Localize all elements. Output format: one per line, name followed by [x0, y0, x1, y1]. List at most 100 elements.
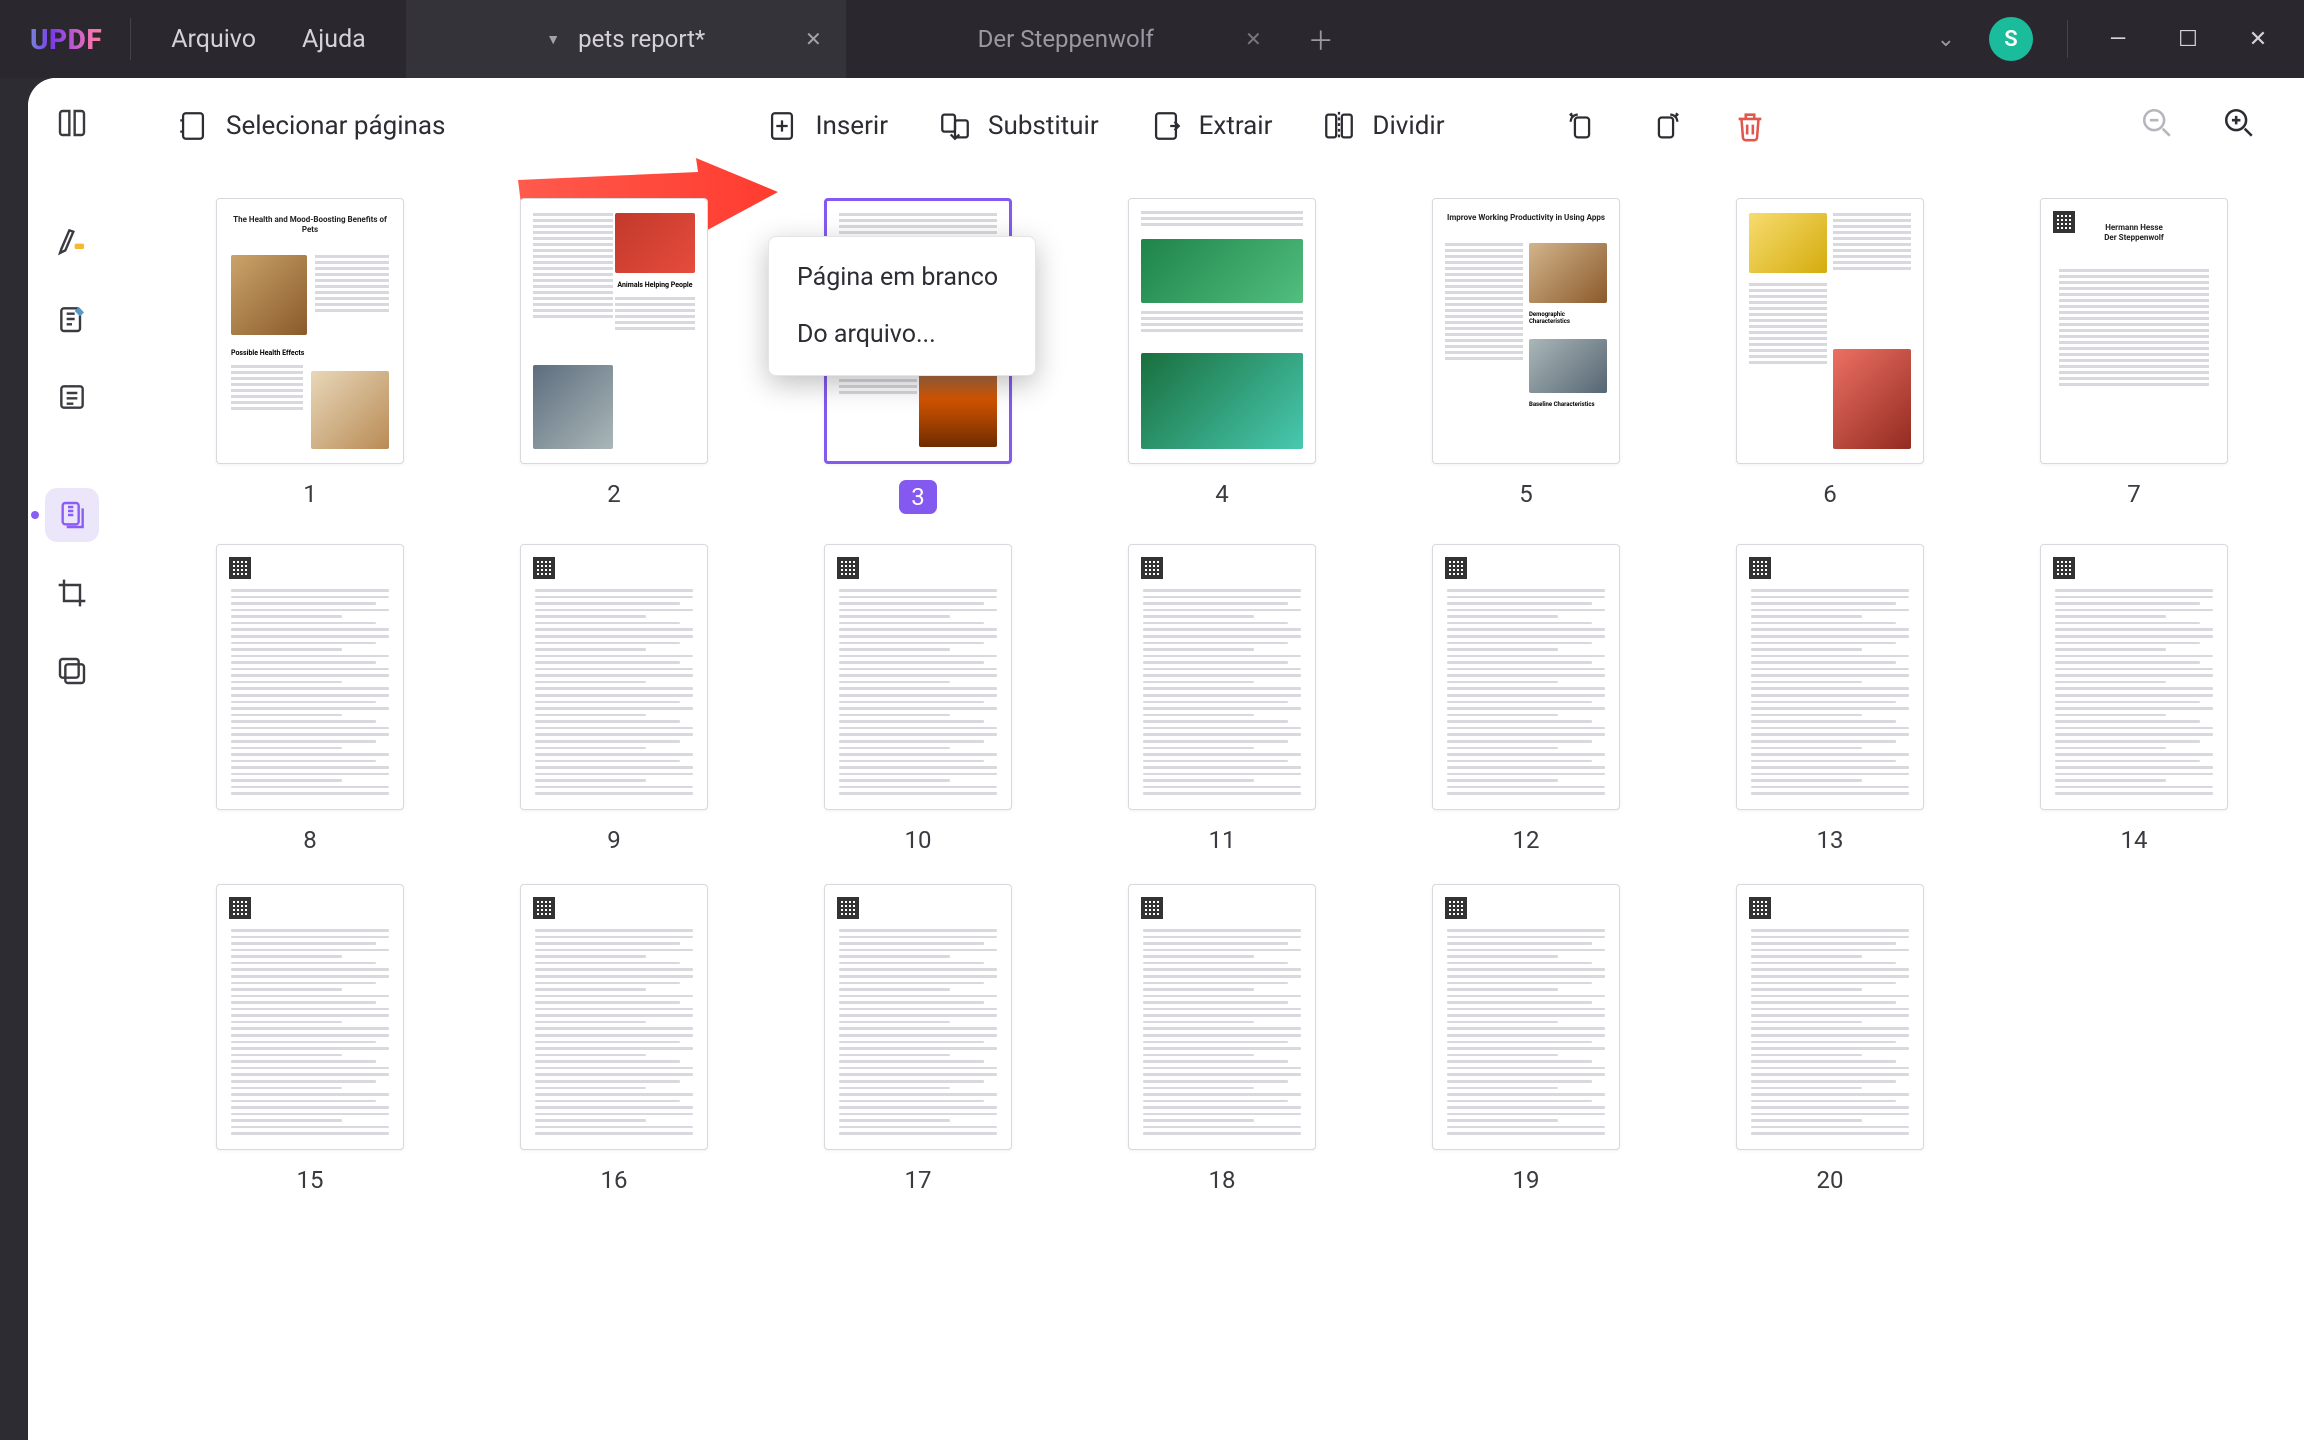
zoom-out-button[interactable]: [2140, 106, 2174, 147]
page-thumbnail[interactable]: Hermann HesseDer Steppenwolf 7: [2040, 198, 2228, 514]
page-thumbnail[interactable]: 9: [520, 544, 708, 854]
page-thumbnail[interactable]: Improve Working Productivity in Using Ap…: [1432, 198, 1620, 514]
active-indicator-icon: [31, 511, 39, 519]
thumb-image-icon: [1141, 353, 1303, 449]
page-thumbnail[interactable]: 13: [1736, 544, 1924, 854]
page-thumbnail[interactable]: 14: [2040, 544, 2228, 854]
page-thumbnail[interactable]: 4: [1128, 198, 1316, 514]
form-tool-icon[interactable]: [45, 370, 99, 424]
minimize-icon[interactable]: ―: [2102, 27, 2134, 52]
page-thumbnail[interactable]: 12: [1432, 544, 1620, 854]
qr-code-icon: [2053, 557, 2075, 579]
title-bar: UPDF Arquivo Ajuda ▼ pets report* ✕ Der …: [0, 0, 2304, 78]
qr-code-icon: [1141, 897, 1163, 919]
close-tab-icon[interactable]: ✕: [1245, 27, 1262, 51]
qr-code-icon: [837, 557, 859, 579]
insert-label: Inserir: [815, 111, 888, 141]
close-window-icon[interactable]: ✕: [2242, 27, 2274, 52]
thumb-image-icon: [1833, 349, 1911, 449]
page-thumbnail[interactable]: Animals Helping People 2: [520, 198, 708, 514]
page-thumbnail[interactable]: 19: [1432, 884, 1620, 1194]
close-tab-icon[interactable]: ✕: [805, 27, 822, 51]
page-thumbnail[interactable]: 18: [1128, 884, 1316, 1194]
page-thumbnail[interactable]: 6: [1736, 198, 1924, 514]
page-number: 11: [1209, 826, 1236, 854]
insert-blank-page-item[interactable]: Página em branco: [769, 249, 1035, 306]
edit-tool-icon[interactable]: [45, 292, 99, 346]
page-number: 17: [905, 1166, 932, 1194]
thumbnail-row: 89 10 11 12 13 14: [156, 544, 2284, 854]
page-number: 20: [1817, 1166, 1844, 1194]
page-number: 12: [1513, 826, 1540, 854]
chevron-down-icon[interactable]: ⌄: [1937, 27, 1955, 52]
page-number: 14: [2121, 826, 2148, 854]
qr-code-icon: [1749, 897, 1771, 919]
page-thumbnail[interactable]: 17: [824, 884, 1012, 1194]
page-thumbnail[interactable]: 15: [216, 884, 404, 1194]
qr-code-icon: [1749, 557, 1771, 579]
thumb-image-icon: [1749, 213, 1827, 273]
thumb-image-icon: [615, 213, 695, 273]
user-avatar[interactable]: S: [1989, 17, 2033, 61]
reader-mode-icon[interactable]: [45, 96, 99, 150]
split-button[interactable]: Dividir: [1322, 109, 1444, 143]
delete-page-button[interactable]: [1733, 109, 1767, 143]
tab-label: pets report*: [578, 25, 705, 53]
page-number: 6: [1823, 480, 1837, 508]
replace-button[interactable]: Substituir: [938, 109, 1099, 143]
page-thumbnail[interactable]: The Health and Mood-Boosting Benefits of…: [216, 198, 404, 514]
page-number: 1: [303, 480, 317, 508]
page-thumbnail[interactable]: 11: [1128, 544, 1316, 854]
main-menu: Arquivo Ajuda: [131, 0, 406, 78]
insert-button[interactable]: Inserir: [765, 109, 888, 143]
select-pages-label: Selecionar páginas: [226, 111, 445, 141]
titlebar-right: ⌄ S ― ☐ ✕: [1937, 0, 2304, 78]
page-thumbnail[interactable]: 8: [216, 544, 404, 854]
crop-tool-icon[interactable]: [45, 566, 99, 620]
qr-code-icon: [229, 557, 251, 579]
thumb-subheading: Possible Health Effects: [231, 349, 304, 357]
tab-steppenwolf[interactable]: Der Steppenwolf ✕: [846, 0, 1286, 78]
extract-button[interactable]: Extrair: [1149, 109, 1273, 143]
page-thumbnail-grid: The Health and Mood-Boosting Benefits of…: [156, 198, 2284, 1440]
tab-dropdown-icon[interactable]: ▼: [546, 31, 560, 48]
menu-file[interactable]: Arquivo: [171, 25, 256, 54]
tab-label: Der Steppenwolf: [978, 25, 1154, 53]
qr-code-icon: [533, 897, 555, 919]
thumb-image-icon: [231, 255, 307, 335]
zoom-in-button[interactable]: [2222, 106, 2256, 147]
page-number: 18: [1209, 1166, 1236, 1194]
qr-code-icon: [1141, 557, 1163, 579]
page-thumbnail[interactable]: 10: [824, 544, 1012, 854]
maximize-icon[interactable]: ☐: [2172, 27, 2204, 52]
watermark-tool-icon[interactable]: [45, 644, 99, 698]
page-number: 2: [607, 480, 621, 508]
left-sidebar: [28, 78, 116, 1440]
page-number: 19: [1513, 1166, 1540, 1194]
page-thumbnail[interactable]: 20: [1736, 884, 1924, 1194]
page-thumbnail[interactable]: 16: [520, 884, 708, 1194]
menu-help[interactable]: Ajuda: [302, 25, 366, 54]
comment-tool-icon[interactable]: [45, 214, 99, 268]
thumb-image-icon: [533, 365, 613, 449]
app-logo: UPDF: [0, 0, 130, 78]
rotate-right-button[interactable]: [1649, 109, 1683, 143]
rotate-left-button[interactable]: [1565, 109, 1599, 143]
thumb-image-icon: [1529, 243, 1607, 303]
insert-from-file-item[interactable]: Do arquivo...: [769, 306, 1035, 363]
thumbnail-row: 15 16 17 18 19 20: [156, 884, 2284, 1194]
qr-code-icon: [533, 557, 555, 579]
tab-pets-report[interactable]: ▼ pets report* ✕: [406, 0, 846, 78]
zoom-controls: [2140, 106, 2256, 147]
thumb-heading: Improve Working Productivity in Using Ap…: [1445, 213, 1607, 223]
page-number: 15: [297, 1166, 324, 1194]
thumbnail-row: The Health and Mood-Boosting Benefits of…: [156, 198, 2284, 514]
divider: [2067, 20, 2068, 58]
add-tab-button[interactable]: ＋: [1286, 0, 1356, 78]
thumb-subheading: Animals Helping People: [615, 281, 695, 289]
qr-code-icon: [1445, 897, 1467, 919]
thumb-image-icon: [1529, 339, 1607, 393]
organize-pages-icon[interactable]: [45, 488, 99, 542]
select-pages-button[interactable]: Selecionar páginas: [176, 109, 445, 143]
thumb-heading: The Health and Mood-Boosting Benefits of…: [229, 215, 391, 234]
